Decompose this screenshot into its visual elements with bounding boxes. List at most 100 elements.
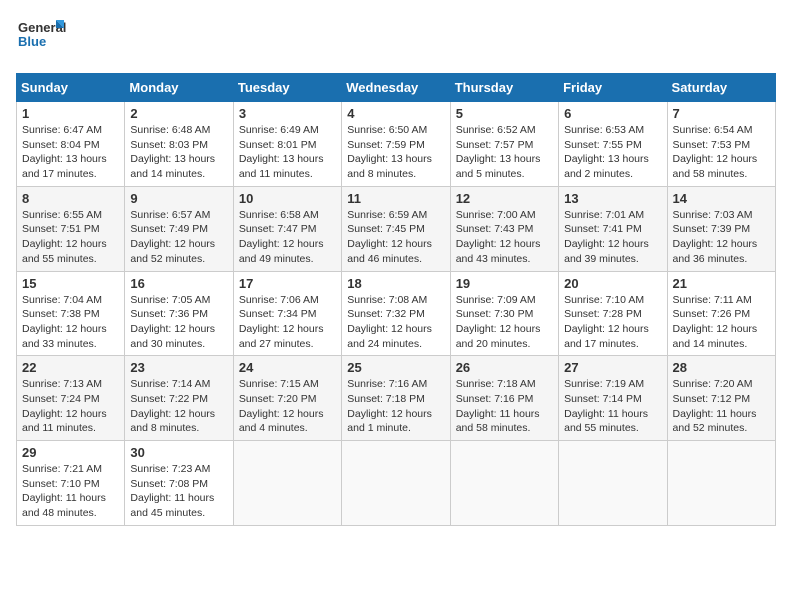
- day-of-week-header: Sunday: [17, 74, 125, 102]
- page-header: General Blue: [16, 16, 776, 61]
- day-number: 26: [456, 360, 553, 375]
- day-info: Sunrise: 6:50 AM Sunset: 7:59 PM Dayligh…: [347, 123, 444, 182]
- calendar-cell: 1 Sunrise: 6:47 AM Sunset: 8:04 PM Daylig…: [17, 102, 125, 187]
- calendar-cell: 18 Sunrise: 7:08 AM Sunset: 7:32 PM Dayli…: [342, 271, 450, 356]
- calendar-cell: [450, 441, 558, 526]
- day-number: 25: [347, 360, 444, 375]
- day-number: 16: [130, 276, 227, 291]
- calendar-cell: 22 Sunrise: 7:13 AM Sunset: 7:24 PM Dayli…: [17, 356, 125, 441]
- day-number: 28: [673, 360, 770, 375]
- calendar-cell: 25 Sunrise: 7:16 AM Sunset: 7:18 PM Dayli…: [342, 356, 450, 441]
- calendar-week-row: 8 Sunrise: 6:55 AM Sunset: 7:51 PM Daylig…: [17, 186, 776, 271]
- day-number: 5: [456, 106, 553, 121]
- day-info: Sunrise: 7:13 AM Sunset: 7:24 PM Dayligh…: [22, 377, 119, 436]
- calendar-cell: 8 Sunrise: 6:55 AM Sunset: 7:51 PM Daylig…: [17, 186, 125, 271]
- day-info: Sunrise: 7:05 AM Sunset: 7:36 PM Dayligh…: [130, 293, 227, 352]
- calendar-cell: 17 Sunrise: 7:06 AM Sunset: 7:34 PM Dayli…: [233, 271, 341, 356]
- day-number: 27: [564, 360, 661, 375]
- calendar-cell: 27 Sunrise: 7:19 AM Sunset: 7:14 PM Dayli…: [559, 356, 667, 441]
- day-number: 22: [22, 360, 119, 375]
- day-number: 29: [22, 445, 119, 460]
- svg-text:Blue: Blue: [18, 34, 46, 49]
- day-number: 8: [22, 191, 119, 206]
- calendar-cell: 7 Sunrise: 6:54 AM Sunset: 7:53 PM Daylig…: [667, 102, 775, 187]
- day-info: Sunrise: 7:23 AM Sunset: 7:08 PM Dayligh…: [130, 462, 227, 521]
- day-number: 23: [130, 360, 227, 375]
- calendar-cell: [233, 441, 341, 526]
- calendar-cell: 12 Sunrise: 7:00 AM Sunset: 7:43 PM Dayli…: [450, 186, 558, 271]
- calendar-cell: 23Sunrise: 7:14 AM Sunset: 7:22 PM Dayli…: [125, 356, 233, 441]
- day-info: Sunrise: 7:00 AM Sunset: 7:43 PM Dayligh…: [456, 208, 553, 267]
- day-number: 30: [130, 445, 227, 460]
- logo-svg: General Blue: [16, 16, 66, 61]
- calendar-table: SundayMondayTuesdayWednesdayThursdayFrid…: [16, 73, 776, 526]
- calendar-cell: 9 Sunrise: 6:57 AM Sunset: 7:49 PM Daylig…: [125, 186, 233, 271]
- day-of-week-header: Monday: [125, 74, 233, 102]
- calendar-cell: 26Sunrise: 7:18 AM Sunset: 7:16 PM Dayli…: [450, 356, 558, 441]
- day-number: 20: [564, 276, 661, 291]
- calendar-cell: 14 Sunrise: 7:03 AM Sunset: 7:39 PM Dayli…: [667, 186, 775, 271]
- day-info: Sunrise: 7:19 AM Sunset: 7:14 PM Dayligh…: [564, 377, 661, 436]
- day-of-week-header: Wednesday: [342, 74, 450, 102]
- day-info: Sunrise: 6:53 AM Sunset: 7:55 PM Dayligh…: [564, 123, 661, 182]
- day-info: Sunrise: 7:09 AM Sunset: 7:30 PM Dayligh…: [456, 293, 553, 352]
- calendar-cell: [559, 441, 667, 526]
- day-info: Sunrise: 6:47 AM Sunset: 8:04 PM Dayligh…: [22, 123, 119, 182]
- day-info: Sunrise: 7:04 AM Sunset: 7:38 PM Dayligh…: [22, 293, 119, 352]
- day-info: Sunrise: 7:15 AM Sunset: 7:20 PM Dayligh…: [239, 377, 336, 436]
- calendar-cell: 4 Sunrise: 6:50 AM Sunset: 7:59 PM Daylig…: [342, 102, 450, 187]
- calendar-cell: 20 Sunrise: 7:10 AM Sunset: 7:28 PM Dayli…: [559, 271, 667, 356]
- calendar-cell: 19 Sunrise: 7:09 AM Sunset: 7:30 PM Dayli…: [450, 271, 558, 356]
- day-number: 24: [239, 360, 336, 375]
- calendar-week-row: 22 Sunrise: 7:13 AM Sunset: 7:24 PM Dayli…: [17, 356, 776, 441]
- day-number: 1: [22, 106, 119, 121]
- day-number: 17: [239, 276, 336, 291]
- day-info: Sunrise: 6:54 AM Sunset: 7:53 PM Dayligh…: [673, 123, 770, 182]
- calendar-header-row: SundayMondayTuesdayWednesdayThursdayFrid…: [17, 74, 776, 102]
- day-info: Sunrise: 7:01 AM Sunset: 7:41 PM Dayligh…: [564, 208, 661, 267]
- day-info: Sunrise: 6:57 AM Sunset: 7:49 PM Dayligh…: [130, 208, 227, 267]
- day-info: Sunrise: 6:58 AM Sunset: 7:47 PM Dayligh…: [239, 208, 336, 267]
- calendar-cell: 28Sunrise: 7:20 AM Sunset: 7:12 PM Dayli…: [667, 356, 775, 441]
- day-info: Sunrise: 6:48 AM Sunset: 8:03 PM Dayligh…: [130, 123, 227, 182]
- day-info: Sunrise: 6:52 AM Sunset: 7:57 PM Dayligh…: [456, 123, 553, 182]
- day-number: 18: [347, 276, 444, 291]
- day-number: 7: [673, 106, 770, 121]
- calendar-cell: 6Sunrise: 6:53 AM Sunset: 7:55 PM Daylig…: [559, 102, 667, 187]
- day-number: 9: [130, 191, 227, 206]
- day-number: 14: [673, 191, 770, 206]
- calendar-cell: 3 Sunrise: 6:49 AM Sunset: 8:01 PM Daylig…: [233, 102, 341, 187]
- day-of-week-header: Tuesday: [233, 74, 341, 102]
- calendar-cell: 16 Sunrise: 7:05 AM Sunset: 7:36 PM Dayli…: [125, 271, 233, 356]
- calendar-cell: 10 Sunrise: 6:58 AM Sunset: 7:47 PM Dayli…: [233, 186, 341, 271]
- day-info: Sunrise: 6:55 AM Sunset: 7:51 PM Dayligh…: [22, 208, 119, 267]
- day-info: Sunrise: 7:06 AM Sunset: 7:34 PM Dayligh…: [239, 293, 336, 352]
- calendar-week-row: 1 Sunrise: 6:47 AM Sunset: 8:04 PM Daylig…: [17, 102, 776, 187]
- day-number: 11: [347, 191, 444, 206]
- calendar-cell: 5 Sunrise: 6:52 AM Sunset: 7:57 PM Daylig…: [450, 102, 558, 187]
- day-info: Sunrise: 7:03 AM Sunset: 7:39 PM Dayligh…: [673, 208, 770, 267]
- day-number: 3: [239, 106, 336, 121]
- calendar-week-row: 15 Sunrise: 7:04 AM Sunset: 7:38 PM Dayli…: [17, 271, 776, 356]
- day-number: 19: [456, 276, 553, 291]
- calendar-cell: 13Sunrise: 7:01 AM Sunset: 7:41 PM Dayli…: [559, 186, 667, 271]
- calendar-cell: [667, 441, 775, 526]
- calendar-cell: 24 Sunrise: 7:15 AM Sunset: 7:20 PM Dayli…: [233, 356, 341, 441]
- day-number: 15: [22, 276, 119, 291]
- day-of-week-header: Saturday: [667, 74, 775, 102]
- calendar-cell: 30 Sunrise: 7:23 AM Sunset: 7:08 PM Dayli…: [125, 441, 233, 526]
- day-number: 12: [456, 191, 553, 206]
- day-info: Sunrise: 6:59 AM Sunset: 7:45 PM Dayligh…: [347, 208, 444, 267]
- calendar-cell: 29 Sunrise: 7:21 AM Sunset: 7:10 PM Dayli…: [17, 441, 125, 526]
- day-info: Sunrise: 7:08 AM Sunset: 7:32 PM Dayligh…: [347, 293, 444, 352]
- calendar-week-row: 29 Sunrise: 7:21 AM Sunset: 7:10 PM Dayli…: [17, 441, 776, 526]
- day-info: Sunrise: 7:16 AM Sunset: 7:18 PM Dayligh…: [347, 377, 444, 436]
- day-of-week-header: Friday: [559, 74, 667, 102]
- day-number: 10: [239, 191, 336, 206]
- day-number: 4: [347, 106, 444, 121]
- day-of-week-header: Thursday: [450, 74, 558, 102]
- day-info: Sunrise: 7:21 AM Sunset: 7:10 PM Dayligh…: [22, 462, 119, 521]
- calendar-cell: [342, 441, 450, 526]
- day-info: Sunrise: 7:10 AM Sunset: 7:28 PM Dayligh…: [564, 293, 661, 352]
- day-info: Sunrise: 6:49 AM Sunset: 8:01 PM Dayligh…: [239, 123, 336, 182]
